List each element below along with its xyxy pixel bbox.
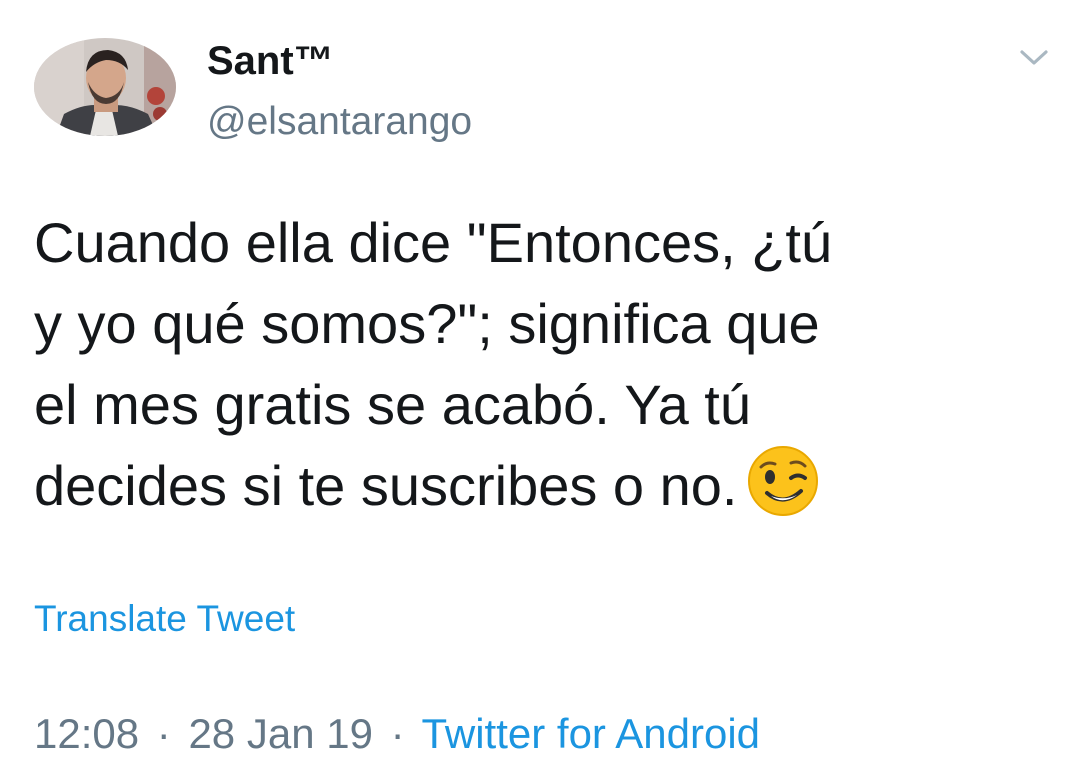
- tweet-source-link[interactable]: Twitter for Android: [422, 710, 760, 757]
- tweet-text-line: y yo qué somos?"; significa que: [34, 292, 820, 355]
- tweet-text: Cuando ella dice "Entonces, ¿tú y yo qué…: [34, 202, 1034, 526]
- tweet-time: 12:08: [34, 710, 140, 757]
- metadata-separator: ·: [390, 710, 405, 757]
- tweet-date: 28 Jan 19: [188, 710, 373, 757]
- author-handle[interactable]: @elsantarango: [207, 99, 472, 145]
- author-display-name[interactable]: Sant™: [207, 38, 334, 84]
- author-avatar[interactable]: [34, 38, 176, 136]
- metadata-separator: ·: [156, 710, 171, 757]
- tweet-text-line: decides si te suscribes o no.: [34, 445, 1034, 526]
- chevron-down-icon[interactable]: [1016, 42, 1052, 72]
- winking-face-emoji-icon: [747, 445, 819, 517]
- translate-tweet-link[interactable]: Translate Tweet: [34, 596, 295, 642]
- tweet-detail: Sant™ @elsantarango Cuando ella dice "En…: [0, 0, 1080, 781]
- avatar-photo-icon: [34, 38, 176, 136]
- tweet-text-line: Cuando ella dice "Entonces, ¿tú: [34, 211, 833, 274]
- tweet-text-line: el mes gratis se acabó. Ya tú: [34, 373, 751, 436]
- tweet-metadata: 12:08 · 28 Jan 19 · Twitter for Android: [34, 709, 760, 759]
- tweet-text-line-content: decides si te suscribes o no.: [34, 454, 738, 517]
